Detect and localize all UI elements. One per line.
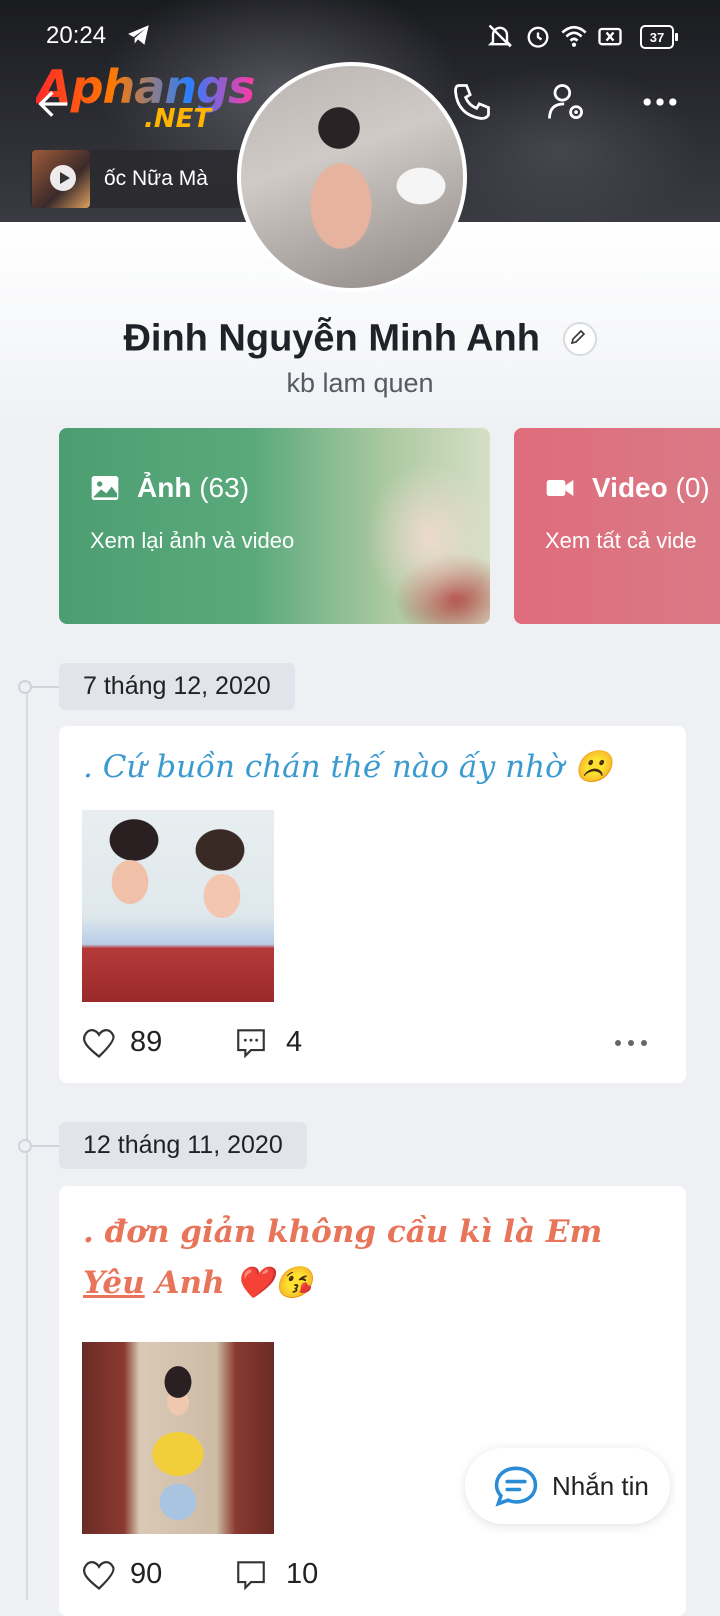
phone-call-icon[interactable] — [450, 80, 494, 124]
profile-name: Đinh Nguyễn Minh Anh — [123, 317, 540, 360]
comment-icon[interactable] — [234, 1558, 268, 1592]
post-caption-line-2: Yêu Anh ❤️😘 — [83, 1264, 313, 1301]
mute-notifications-icon — [487, 24, 513, 48]
status-time: 20:24 — [46, 22, 107, 49]
comment-icon[interactable] — [234, 1026, 268, 1060]
user-settings-icon[interactable] — [544, 80, 588, 124]
post-photo[interactable] — [82, 1342, 274, 1534]
battery-icon: 37 — [640, 25, 678, 49]
video-camera-icon — [546, 480, 574, 496]
photos-card-subtitle: Xem lại ảnh và video — [90, 528, 295, 553]
timeline-dot — [18, 1139, 32, 1153]
wifi-icon — [561, 25, 587, 47]
photos-card-label: Ảnh — [137, 472, 192, 503]
photos-card[interactable]: Ảnh (63) Xem lại ảnh và video — [59, 428, 490, 624]
post-card[interactable]: . Cứ buồn chán thế nào ấy nhờ ☹️ 89 4 — [59, 726, 686, 1083]
music-thumbnail — [32, 150, 90, 208]
profile-name-row: Đinh Nguyễn Minh Anh — [0, 316, 720, 360]
post-caption-rest: Anh ❤️😘 — [144, 1265, 313, 1301]
sim-blocked-icon — [598, 27, 622, 46]
post-photo[interactable] — [82, 810, 274, 1002]
music-player[interactable]: ốc Nữa Mà — [30, 150, 270, 208]
like-count: 90 — [130, 1558, 163, 1590]
timeline-dot — [18, 680, 32, 694]
music-title: ốc Nữa Mà — [104, 167, 208, 190]
like-heart-icon[interactable] — [81, 1558, 117, 1592]
avatar[interactable] — [237, 62, 467, 292]
post-date: 12 tháng 11, 2020 — [59, 1122, 307, 1169]
post-more-icon[interactable] — [613, 1031, 649, 1055]
videos-card-label: Video — [592, 472, 668, 503]
like-heart-icon[interactable] — [81, 1026, 117, 1060]
post-date: 7 tháng 12, 2020 — [59, 663, 295, 710]
timeline-connector — [32, 1145, 59, 1147]
play-icon[interactable] — [50, 165, 76, 191]
post-caption-underlined: Yêu — [83, 1265, 145, 1301]
image-icon — [91, 476, 119, 500]
photos-card-title: Ảnh (63) — [137, 472, 249, 504]
telegram-icon — [128, 25, 149, 45]
videos-card-title: Video (0) — [592, 472, 710, 504]
more-options-icon[interactable] — [638, 80, 682, 124]
like-count: 89 — [130, 1026, 163, 1058]
timeline-connector — [32, 686, 59, 688]
profile-bio: kb lam quen — [286, 368, 434, 398]
post-caption-line-1: . đơn giản không cầu kì là Em — [83, 1214, 603, 1250]
comment-count: 10 — [286, 1558, 319, 1590]
videos-card-count: (0) — [675, 472, 710, 503]
alarm-icon — [527, 26, 549, 48]
back-arrow-icon[interactable] — [34, 84, 74, 124]
photos-card-count: (63) — [199, 472, 250, 503]
message-button-label: Nhắn tin — [552, 1471, 649, 1501]
post-card[interactable]: . đơn giản không cầu kì là Em Yêu Anh ❤️… — [59, 1186, 686, 1616]
comment-count: 4 — [286, 1026, 303, 1058]
post-caption: . Cứ buồn chán thế nào ấy nhờ ☹️ — [83, 749, 613, 785]
message-button[interactable]: Nhắn tin — [465, 1448, 670, 1524]
chat-bubble-icon — [494, 1466, 538, 1507]
watermark-domain: .NET — [144, 104, 212, 134]
videos-card[interactable]: Video (0) Xem tất cả vide — [514, 428, 720, 624]
edit-name-icon[interactable] — [562, 321, 597, 356]
videos-card-subtitle: Xem tất cả vide — [545, 528, 697, 553]
